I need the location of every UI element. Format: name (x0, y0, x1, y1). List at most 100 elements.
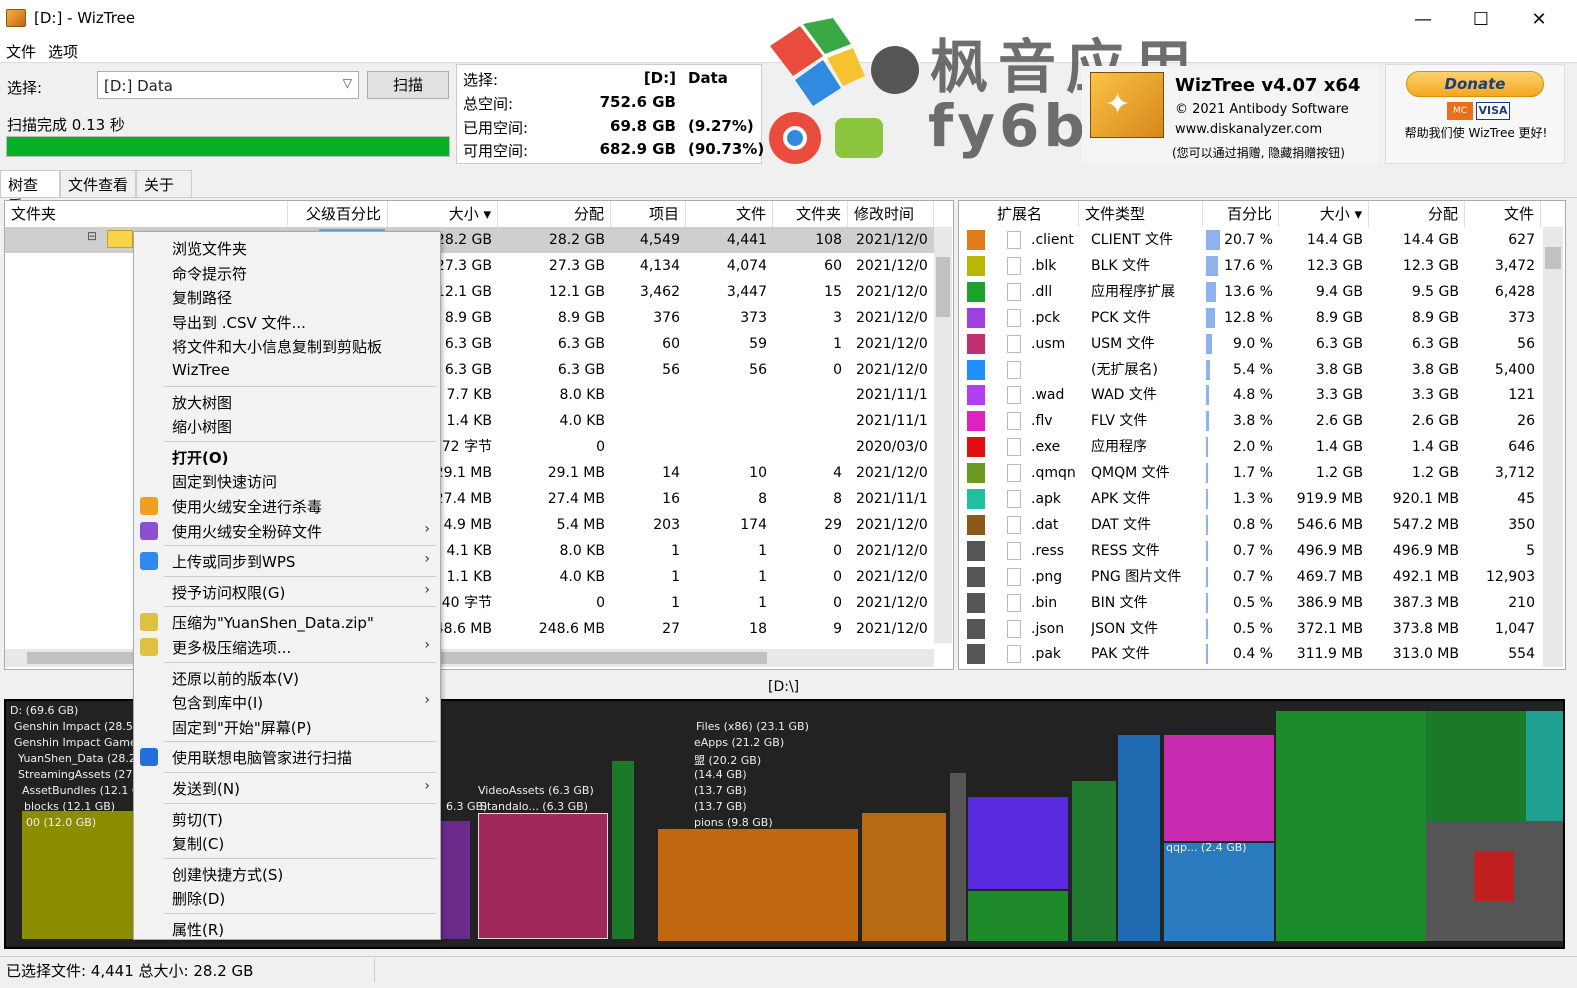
treemap-block-exe[interactable] (1474, 851, 1514, 901)
context-menu-item[interactable]: 使用火绒安全粉碎文件 › (134, 519, 440, 543)
ext-vscroll-thumb[interactable] (1545, 247, 1561, 269)
ext-row[interactable]: .png PNG 图片文件 0.7 % 469.7 MB 492.1 MB 12,903 (959, 564, 1541, 590)
col-items[interactable]: 项目 (611, 201, 686, 227)
treemap-block-noext[interactable] (1118, 735, 1160, 941)
col-ext-alloc[interactable]: 分配 (1369, 201, 1465, 227)
col-ext[interactable]: 扩展名 (991, 201, 1079, 227)
context-menu-item[interactable]: 命令提示符 (134, 261, 440, 285)
context-menu-item[interactable]: 打开(O) (134, 445, 440, 469)
treemap-block-qqp[interactable] (1164, 843, 1274, 941)
tab-tree-view[interactable]: 树查看 (0, 170, 60, 215)
context-menu-item[interactable]: 发送到(N) › (134, 776, 440, 800)
scan-button[interactable]: 扫描 (367, 71, 449, 99)
drive-select[interactable]: [D:] Data ▽ (97, 71, 359, 99)
tab-about[interactable]: 关于 (136, 170, 192, 197)
col-ext-files[interactable]: 文件 (1465, 201, 1541, 227)
ext-vscrollbar[interactable] (1543, 227, 1563, 667)
context-menu-item[interactable]: 复制路径 (134, 285, 440, 309)
menu-file[interactable]: 文件 (6, 41, 36, 62)
brand-site-link[interactable]: www.diskanalyzer.com (1175, 122, 1322, 137)
treemap-block-gray[interactable] (950, 773, 966, 941)
context-menu-item[interactable]: 还原以前的版本(V) (134, 666, 440, 690)
col-pct[interactable]: 百分比 (1203, 201, 1279, 227)
maximize-button[interactable]: ☐ (1452, 0, 1510, 38)
menu-options[interactable]: 选项 (48, 41, 78, 62)
context-menu-item[interactable]: 将文件和大小信息复制到剪贴板 (134, 334, 440, 358)
context-menu-item[interactable]: 固定到"开始"屏幕(P) (134, 715, 440, 739)
context-menu-label: 使用火绒安全进行杀毒 (172, 498, 323, 516)
treemap-block-dll2[interactable] (1072, 781, 1116, 941)
ext-row[interactable]: .apk APK 文件 1.3 % 919.9 MB 920.1 MB 45 (959, 486, 1541, 512)
ext-row[interactable]: .exe 应用程序 2.0 % 1.4 GB 1.4 GB 646 (959, 434, 1541, 460)
ext-row[interactable]: .blk BLK 文件 17.6 % 12.3 GB 12.3 GB 3,472 (959, 253, 1541, 279)
brand-note: (您可以通过捐赠, 隐藏捐赠按钮) (1172, 146, 1345, 160)
treemap-block-blk[interactable] (22, 811, 138, 939)
context-menu-item[interactable]: WizTree (134, 359, 440, 383)
col-alloc[interactable]: 分配 (498, 201, 611, 227)
context-menu-item[interactable]: 授予访问权限(G) › (134, 580, 440, 604)
ext-row[interactable]: .wad WAD 文件 4.8 % 3.3 GB 3.3 GB 121 (959, 382, 1541, 408)
treemap-block-flv[interactable] (1164, 735, 1274, 841)
context-menu-item[interactable]: 创建快捷方式(S) (134, 862, 440, 886)
treemap-block-dll4[interactable] (1426, 711, 1526, 821)
context-menu-item[interactable]: 剪切(T) (134, 807, 440, 831)
context-menu-item[interactable]: 复制(C) (134, 831, 440, 855)
treemap-block-usm[interactable] (478, 813, 608, 939)
context-menu-item[interactable]: 上传或同步到WPS › (134, 549, 440, 573)
ext-cell-ext: .usm (1031, 335, 1066, 352)
context-menu-item[interactable]: 包含到库中(I) › (134, 690, 440, 714)
col-ext-size[interactable]: 大小 ▾ (1279, 201, 1369, 227)
ext-row[interactable]: .flv FLV 文件 3.8 % 2.6 GB 2.6 GB 26 (959, 408, 1541, 434)
ext-color-swatch (967, 437, 985, 458)
ext-row[interactable]: .json JSON 文件 0.5 % 372.1 MB 373.8 MB 1,047 (959, 616, 1541, 642)
context-menu-item[interactable]: 使用火绒安全进行杀毒 (134, 494, 440, 518)
tab-file-view[interactable]: 文件查看 (60, 170, 136, 197)
treemap-block-client[interactable] (658, 829, 858, 941)
tree-vscroll-thumb[interactable] (936, 257, 950, 317)
ext-row[interactable]: .dat DAT 文件 0.8 % 546.6 MB 547.2 MB 350 (959, 512, 1541, 538)
context-menu-item[interactable]: 更多极压缩选项... › (134, 635, 440, 659)
ext-row[interactable]: .ress RESS 文件 0.7 % 496.9 MB 496.9 MB 5 (959, 538, 1541, 564)
donate-button[interactable]: Donate (1406, 71, 1544, 97)
col-parent-pct[interactable]: 父级百分比 (288, 201, 388, 227)
ext-row[interactable]: .dll 应用程序扩展 13.6 % 9.4 GB 9.5 GB 6,428 (959, 279, 1541, 305)
treemap-block-wad[interactable] (968, 797, 1068, 889)
ext-cell-ext: .dll (1031, 283, 1053, 300)
context-menu-item[interactable]: 使用联想电脑管家进行扫描 (134, 745, 440, 769)
ext-row[interactable]: .bin BIN 文件 0.5 % 386.9 MB 387.3 MB 210 (959, 590, 1541, 616)
context-menu-item[interactable]: 压缩为"YuanShen_Data.zip" (134, 610, 440, 634)
context-menu-item[interactable]: 删除(D) (134, 886, 440, 910)
context-menu-item[interactable]: 属性(R) (134, 917, 440, 941)
close-button[interactable]: ✕ (1510, 0, 1568, 38)
ext-row[interactable]: .pak PAK 文件 0.4 % 311.9 MB 313.0 MB 554 (959, 641, 1541, 667)
col-size[interactable]: 大小 ▾ (388, 201, 498, 227)
context-menu-item[interactable]: 固定到快速访问 (134, 469, 440, 493)
ext-cell-pct: 13.6 % (1224, 283, 1273, 300)
tree-cell: 8.9 GB (557, 309, 605, 326)
ext-row[interactable]: .client CLIENT 文件 20.7 % 14.4 GB 14.4 GB 627 (959, 227, 1541, 253)
treemap-block-dll1[interactable] (968, 891, 1068, 941)
col-folders[interactable]: 文件夹 (773, 201, 848, 227)
treemap-block-purple[interactable] (440, 821, 470, 939)
collapse-icon[interactable]: ⊟ (87, 229, 97, 243)
context-menu-item[interactable]: 缩小树图 (134, 414, 440, 438)
col-folder[interactable]: 文件夹 (5, 201, 288, 227)
minimize-button[interactable]: — (1394, 0, 1452, 38)
ext-row[interactable]: (无扩展名) 5.4 % 3.8 GB 3.8 GB 5,400 (959, 357, 1541, 383)
ext-row[interactable]: .usm USM 文件 9.0 % 6.3 GB 6.3 GB 56 (959, 331, 1541, 357)
treemap-block-apk[interactable] (1526, 711, 1563, 821)
col-files[interactable]: 文件 (686, 201, 773, 227)
context-menu-item[interactable]: 导出到 .CSV 文件... (134, 310, 440, 334)
treemap-block-client2[interactable] (862, 813, 946, 941)
ext-cell-pct: 4.8 % (1232, 387, 1273, 404)
treemap-block-dll3[interactable] (1276, 711, 1426, 941)
tree-cell: 2021/12/09 (856, 594, 928, 611)
context-menu-item[interactable]: 浏览文件夹 (134, 236, 440, 260)
ext-row[interactable]: .pck PCK 文件 12.8 % 8.9 GB 8.9 GB 373 (959, 305, 1541, 331)
ext-row[interactable]: .qmqn QMQM 文件 1.7 % 1.2 GB 1.2 GB 3,712 (959, 460, 1541, 486)
tree-cell: 60 (824, 257, 842, 274)
context-menu-item[interactable]: 放大树图 (134, 390, 440, 414)
col-type[interactable]: 文件类型 (1079, 201, 1203, 227)
treemap-block-green[interactable] (612, 761, 634, 939)
col-modified[interactable]: 修改时间 (848, 201, 934, 227)
